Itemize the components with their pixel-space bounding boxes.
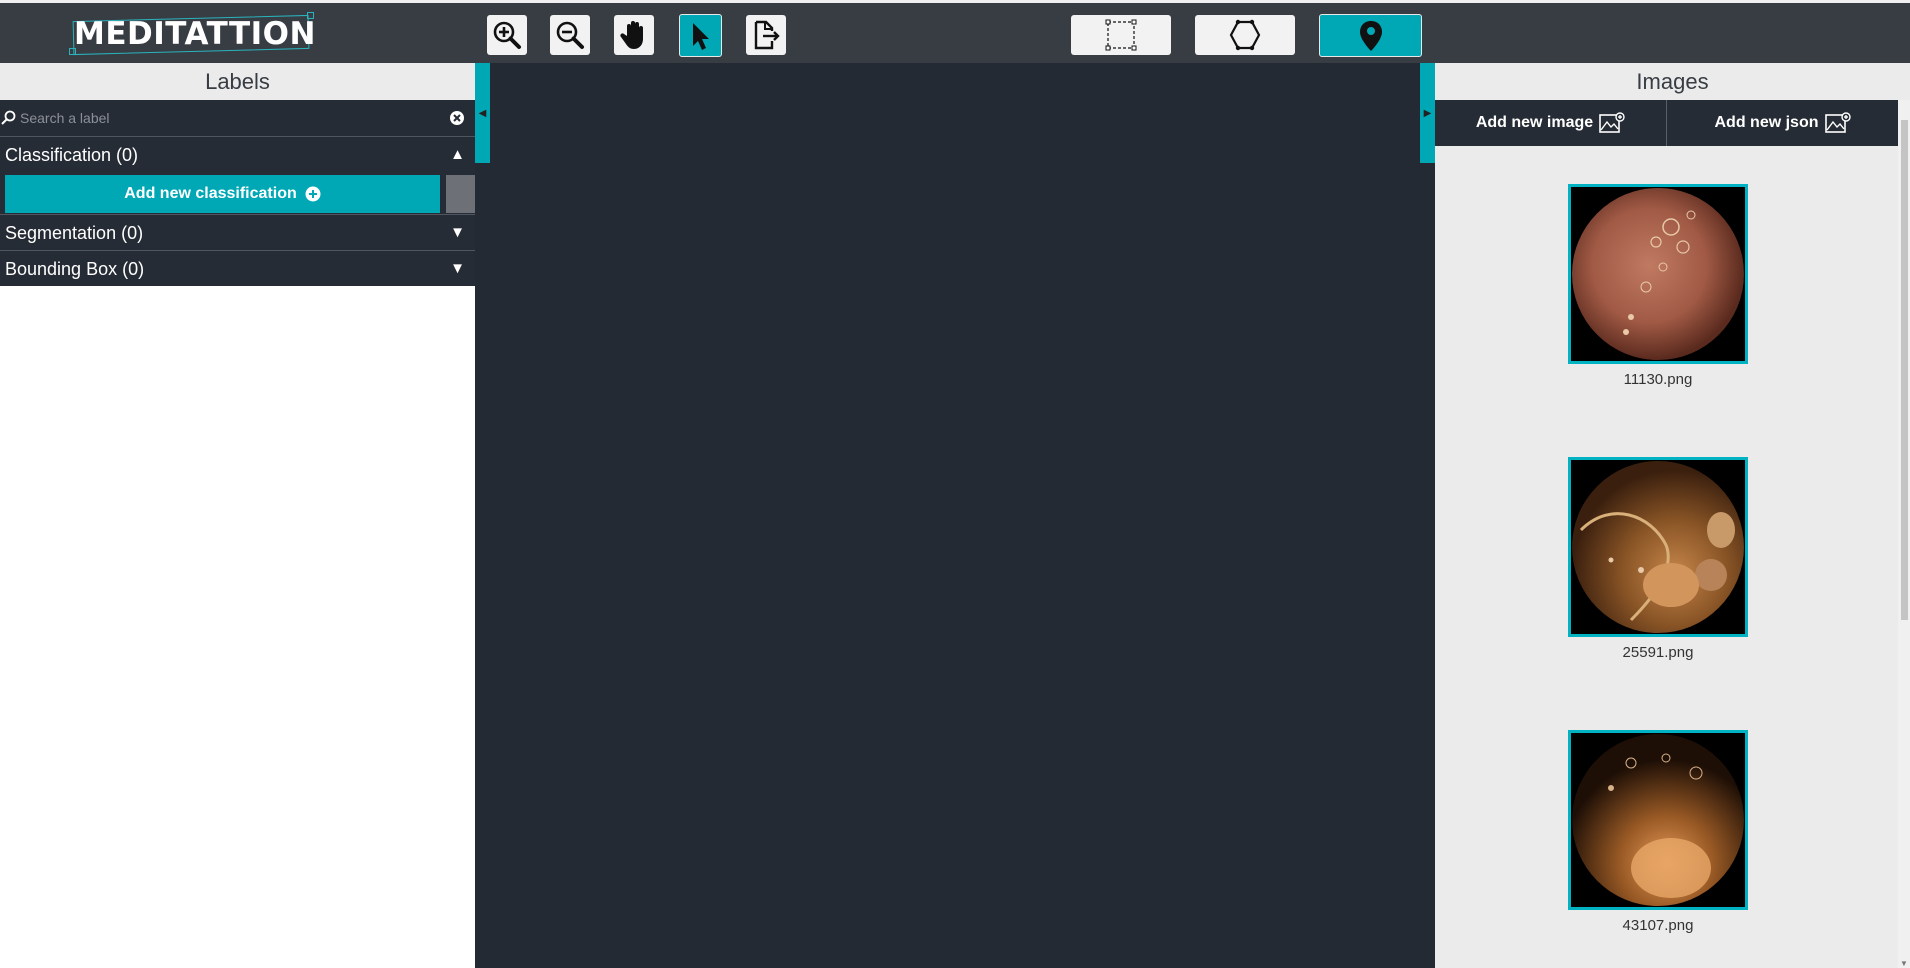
search-icon	[1, 110, 16, 125]
export-icon	[754, 20, 780, 50]
scrollbar-thumb[interactable]	[1901, 120, 1908, 620]
clear-search-icon[interactable]	[449, 110, 465, 126]
cursor-icon	[692, 22, 709, 50]
app-logo: MEDITATTION	[69, 12, 315, 56]
label-search-input[interactable]	[20, 107, 440, 129]
polygon-icon	[1229, 19, 1261, 51]
collapse-right-panel-tab[interactable]: ▶	[1420, 63, 1435, 163]
classification-scrollbar[interactable]	[446, 175, 475, 213]
export-button[interactable]	[746, 15, 786, 55]
endoscopy-image	[1571, 460, 1745, 634]
image-thumbnail-card[interactable]: 43107.png	[1568, 730, 1748, 934]
segmentation-section-title: Segmentation (0)	[5, 223, 144, 243]
expand-down-icon: ▼	[450, 224, 465, 241]
top-toolbar: MEDITATTION	[0, 0, 1910, 63]
add-classification-label: Add new classification	[124, 185, 297, 202]
arrow-left-icon: ◀	[478, 107, 487, 119]
image-actions-bar: Add new image Add new json	[1435, 100, 1898, 146]
bounding-box-section-header[interactable]: Bounding Box (0) ▼	[0, 250, 475, 286]
endoscopy-image	[1571, 733, 1745, 907]
image-thumbnail[interactable]	[1568, 457, 1748, 637]
collapse-left-panel-tab[interactable]: ◀	[475, 63, 490, 163]
image-filename: 25591.png	[1622, 644, 1694, 661]
add-new-image-label: Add new image	[1475, 114, 1594, 131]
classification-section-body: Add new classification	[0, 172, 475, 214]
segmentation-section-header[interactable]: Segmentation (0) ▼	[0, 214, 475, 250]
classification-section-title: Classification (0)	[5, 145, 139, 165]
add-json-icon	[1824, 112, 1851, 133]
plus-circle-icon	[305, 186, 321, 202]
label-search-bar	[0, 100, 475, 136]
add-new-json-label: Add new json	[1714, 114, 1819, 131]
logo-text: MEDITATTION	[74, 16, 316, 52]
images-panel: Images Add new image Add new json ▼ 1113…	[1435, 63, 1910, 968]
hand-icon	[620, 21, 643, 49]
add-new-image-button[interactable]: Add new image	[1435, 100, 1666, 146]
add-image-icon	[1599, 112, 1625, 133]
image-filename: 43107.png	[1622, 917, 1694, 934]
annotation-canvas[interactable]	[475, 63, 1435, 968]
labels-panel-title: Labels	[0, 63, 475, 100]
zoom-in-icon	[493, 21, 521, 49]
zoom-out-button[interactable]	[550, 15, 590, 55]
image-thumbnail[interactable]	[1568, 184, 1748, 364]
scroll-down-icon[interactable]: ▼	[1900, 959, 1908, 968]
point-tool-button[interactable]	[1319, 14, 1422, 57]
image-filename: 11130.png	[1623, 371, 1693, 388]
polygon-tool-button[interactable]	[1195, 15, 1295, 55]
labels-panel: Labels Classification (0) ▲ Add new clas…	[0, 63, 475, 968]
app-root: MEDITATTION Labels Search a label Classi…	[0, 0, 1910, 968]
rectangle-tool-button[interactable]	[1071, 15, 1171, 55]
image-thumbnail[interactable]	[1568, 730, 1748, 910]
zoom-in-button[interactable]	[487, 15, 527, 55]
window-top-edge	[0, 0, 1910, 3]
image-thumbnail-card[interactable]: 11130.png	[1568, 184, 1748, 388]
map-pin-icon	[1359, 20, 1382, 51]
add-classification-button[interactable]: Add new classification	[5, 175, 440, 213]
expand-down-icon: ▼	[450, 260, 465, 277]
classification-section-header[interactable]: Classification (0) ▲	[0, 136, 475, 172]
pan-button[interactable]	[614, 15, 654, 55]
rectangle-icon	[1105, 19, 1137, 51]
add-new-json-button[interactable]: Add new json	[1666, 100, 1898, 146]
bounding-box-section-title: Bounding Box (0)	[5, 259, 145, 279]
images-scrollbar[interactable]: ▼	[1898, 100, 1910, 968]
image-thumbnail-card[interactable]: 25591.png	[1568, 457, 1748, 661]
select-button[interactable]	[679, 14, 722, 57]
images-panel-title: Images	[1435, 63, 1910, 100]
endoscopy-image	[1571, 187, 1745, 361]
collapse-up-icon: ▲	[450, 146, 465, 163]
zoom-out-icon	[556, 21, 584, 49]
arrow-right-icon: ▶	[1423, 107, 1432, 119]
